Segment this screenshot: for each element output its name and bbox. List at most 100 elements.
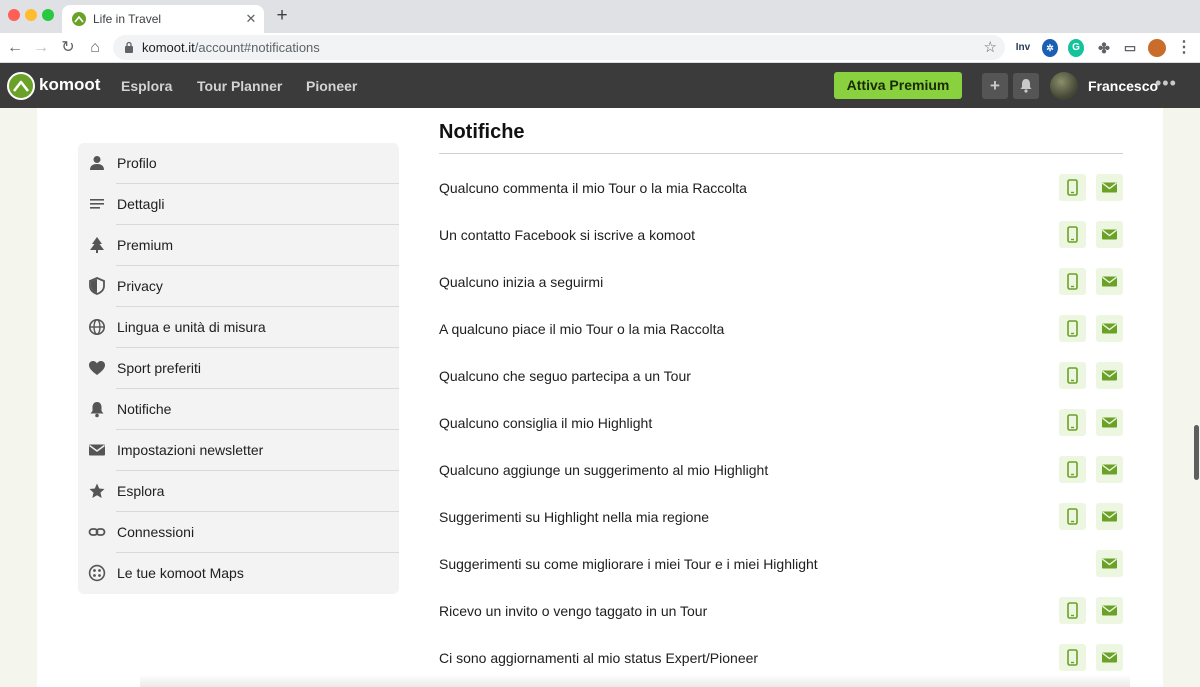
envelope-icon [1102, 558, 1117, 569]
phone-icon [1067, 179, 1078, 196]
cast-icon[interactable]: ▭ [1121, 39, 1139, 57]
sidebar-item-newsletter[interactable]: Impostazioni newsletter [78, 430, 399, 471]
komoot-logo-icon[interactable] [7, 72, 35, 100]
maps-icon [88, 564, 106, 582]
push-notification-toggle[interactable] [1059, 268, 1086, 295]
push-notification-toggle[interactable] [1059, 221, 1086, 248]
browser-tab[interactable]: Life in Travel ✕ [62, 5, 264, 33]
notification-label: Suggerimenti su Highlight nella mia regi… [439, 509, 710, 525]
create-plus-icon[interactable]: + [982, 73, 1008, 99]
account-sidebar: Profilo Dettagli Premium Privacy Lingua … [78, 143, 399, 594]
notification-row: Ci sono aggiornamenti al mio status Expe… [439, 638, 1123, 678]
push-notification-toggle[interactable] [1059, 174, 1086, 201]
sidebar-item-maps[interactable]: Le tue komoot Maps [78, 553, 399, 594]
scrollbar-thumb[interactable] [1194, 425, 1199, 480]
window-zoom-button[interactable] [42, 9, 54, 21]
home-icon[interactable]: ⌂ [85, 38, 105, 58]
email-notification-toggle[interactable] [1096, 597, 1123, 624]
nav-tour-planner[interactable]: Tour Planner [197, 78, 282, 94]
nav-pioneer[interactable]: Pioneer [306, 78, 357, 94]
notification-label: Qualcuno consiglia il mio Highlight [439, 415, 653, 431]
sidebar-item-profilo[interactable]: Profilo [78, 143, 399, 184]
envelope-icon [1102, 229, 1117, 240]
brand-name[interactable]: komoot [39, 75, 100, 95]
address-bar[interactable]: komoot.it/account#notifications ☆ [113, 35, 1005, 60]
push-notification-toggle[interactable] [1059, 644, 1086, 671]
sidebar-item-label: Lingua e unità di misura [117, 319, 266, 335]
window-minimize-button[interactable] [25, 9, 37, 21]
push-notification-toggle[interactable] [1059, 503, 1086, 530]
sidebar-item-label: Dettagli [117, 196, 165, 212]
extension-blue-icon[interactable]: ✲ [1042, 39, 1058, 57]
bookmark-star-icon[interactable]: ☆ [984, 38, 997, 56]
url-path: /account#notifications [194, 40, 320, 55]
email-notification-toggle[interactable] [1096, 221, 1123, 248]
back-arrow-icon[interactable]: ← [5, 38, 25, 58]
sidebar-item-premium[interactable]: Premium [78, 225, 399, 266]
user-avatar[interactable] [1050, 72, 1078, 100]
notification-row: Suggerimenti su come migliorare i miei T… [439, 544, 1123, 584]
new-tab-button[interactable]: + [272, 6, 292, 26]
push-notification-toggle[interactable] [1059, 409, 1086, 436]
notification-row: Qualcuno che seguo partecipa a un Tour [439, 356, 1123, 396]
push-notification-toggle[interactable] [1059, 597, 1086, 624]
push-notification-toggle[interactable] [1059, 362, 1086, 389]
sidebar-item-label: Esplora [117, 483, 165, 499]
window-close-button[interactable] [8, 9, 20, 21]
notification-bell-icon[interactable] [1013, 73, 1039, 99]
notification-label: Qualcuno che seguo partecipa a un Tour [439, 368, 691, 384]
email-notification-toggle[interactable] [1096, 503, 1123, 530]
page-title: Notifiche [439, 121, 525, 143]
browser-toolbar: ← → ↻ ⌂ komoot.it/account#notifications … [0, 33, 1200, 63]
more-options-icon[interactable]: ••• [1155, 73, 1177, 94]
email-notification-toggle[interactable] [1096, 268, 1123, 295]
notification-row: Qualcuno aggiunge un suggerimento al mio… [439, 450, 1123, 490]
email-notification-toggle[interactable] [1096, 362, 1123, 389]
user-name[interactable]: Francesco [1088, 78, 1158, 94]
notification-row: Qualcuno commenta il mio Tour o la mia R… [439, 168, 1123, 208]
email-notification-toggle[interactable] [1096, 174, 1123, 201]
email-notification-toggle[interactable] [1096, 456, 1123, 483]
sidebar-item-sport[interactable]: Sport preferiti [78, 348, 399, 389]
sidebar-item-connessioni[interactable]: Connessioni [78, 512, 399, 553]
notification-row: Ricevo un invito o vengo taggato in un T… [439, 591, 1123, 631]
sidebar-item-notifiche[interactable]: Notifiche [78, 389, 399, 430]
sidebar-item-label: Impostazioni newsletter [117, 442, 264, 458]
extension-grammar-icon[interactable]: G [1068, 39, 1084, 57]
phone-icon [1067, 414, 1078, 431]
reload-icon[interactable]: ↻ [58, 38, 78, 58]
nav-esplora[interactable]: Esplora [121, 78, 172, 94]
notification-row: Suggerimenti su Highlight nella mia regi… [439, 497, 1123, 537]
phone-icon [1067, 226, 1078, 243]
browser-menu-icon[interactable]: ⋮ [1176, 39, 1192, 57]
list-icon [90, 199, 104, 209]
extensions-puzzle-icon[interactable]: ✤ [1095, 39, 1113, 57]
email-notification-toggle[interactable] [1096, 315, 1123, 342]
sidebar-item-privacy[interactable]: Privacy [78, 266, 399, 307]
email-notification-toggle[interactable] [1096, 644, 1123, 671]
extension-inv-icon[interactable]: Inv [1014, 39, 1032, 57]
email-notification-toggle[interactable] [1096, 550, 1123, 577]
email-notification-toggle[interactable] [1096, 409, 1123, 436]
envelope-icon [1102, 511, 1117, 522]
url-text: komoot.it/account#notifications [142, 40, 320, 55]
forward-arrow-icon[interactable]: → [31, 38, 51, 58]
activate-premium-button[interactable]: Attiva Premium [834, 72, 962, 99]
push-notification-toggle[interactable] [1059, 456, 1086, 483]
browser-tab-bar: Life in Travel ✕ + [0, 0, 1200, 33]
tab-close-icon[interactable]: ✕ [243, 11, 259, 27]
notification-label: A qualcuno piace il mio Tour o la mia Ra… [439, 321, 725, 337]
sidebar-item-dettagli[interactable]: Dettagli [78, 184, 399, 225]
sidebar-item-lingua[interactable]: Lingua e unità di misura [78, 307, 399, 348]
notification-row: Un contatto Facebook si iscrive a komoot [439, 215, 1123, 255]
push-notification-toggle[interactable] [1059, 315, 1086, 342]
browser-profile-avatar[interactable] [1148, 39, 1166, 57]
phone-icon [1067, 320, 1078, 337]
notification-row: Qualcuno inizia a seguirmi [439, 262, 1123, 302]
globe-icon [89, 319, 105, 335]
sidebar-item-label: Profilo [117, 155, 157, 171]
envelope-icon [89, 444, 105, 456]
bell-icon [90, 402, 104, 418]
sidebar-item-esplora[interactable]: Esplora [78, 471, 399, 512]
phone-icon [1067, 273, 1078, 290]
